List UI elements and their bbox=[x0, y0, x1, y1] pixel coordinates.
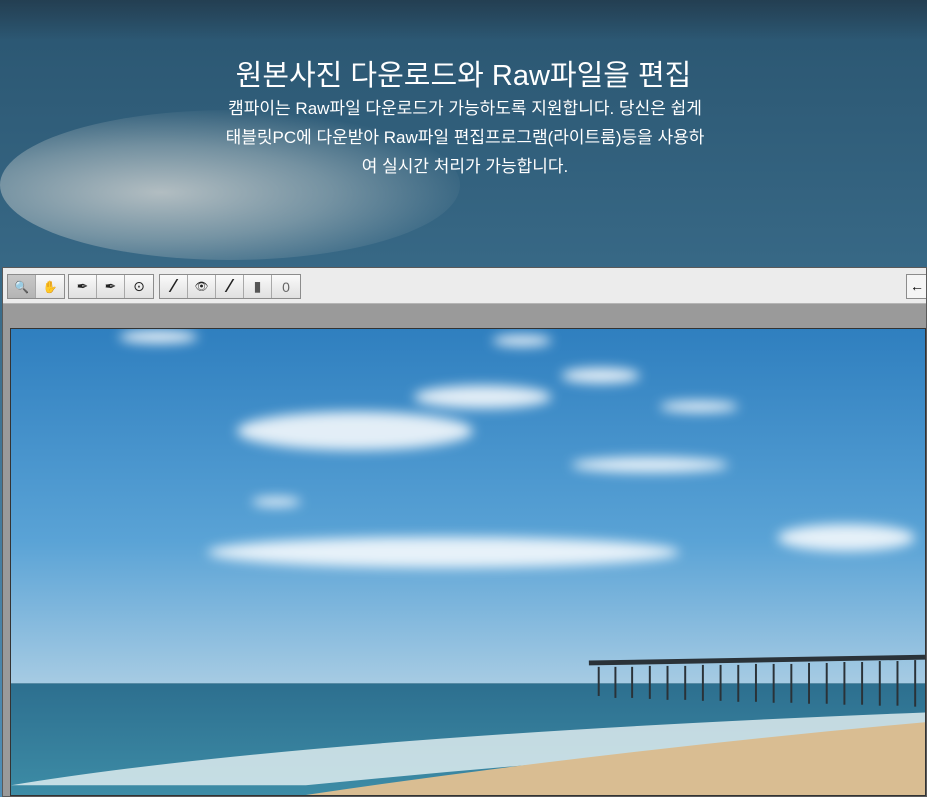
arrow-left-icon: ← bbox=[910, 278, 924, 294]
magnifier-icon: 🔍 bbox=[14, 279, 29, 294]
spot-removal-icon: ⁄ bbox=[171, 276, 175, 296]
editor-toolbar: 🔍 ✋ ✒ ✒ ⊙ ⁄ 👁 ⁄ ▮ 0 ← bbox=[3, 268, 926, 304]
sky bbox=[11, 329, 925, 684]
graduated-filter-icon: ▮ bbox=[253, 278, 262, 294]
navigation-tool-group: 🔍 ✋ bbox=[7, 274, 65, 299]
adjustment-brush-tool-button[interactable]: ⁄ bbox=[216, 275, 244, 298]
color-sampler-icon: ✒ bbox=[104, 278, 117, 294]
retouch-tool-group: ⁄ 👁 ⁄ ▮ 0 bbox=[159, 274, 301, 299]
brush-icon: ⁄ bbox=[227, 276, 231, 296]
radial-filter-tool-button[interactable]: 0 bbox=[272, 275, 300, 298]
red-eye-tool-button[interactable]: 👁 bbox=[188, 275, 216, 298]
color-sampler-tool-button[interactable]: ✒ bbox=[97, 275, 125, 298]
hand-icon: ✋ bbox=[42, 279, 58, 294]
eyedropper-icon: ✒ bbox=[76, 278, 89, 294]
page-title: 원본사진 다운로드와 Raw파일을 편집 bbox=[235, 60, 692, 92]
beach-photo bbox=[11, 329, 925, 795]
eyedropper-tool-button[interactable]: ✒ bbox=[69, 275, 97, 298]
radial-filter-icon: 0 bbox=[282, 278, 290, 295]
graduated-filter-tool-button[interactable]: ▮ bbox=[244, 275, 272, 298]
back-button[interactable]: ← bbox=[906, 274, 926, 299]
page-description: 캠파이는 Raw파일 다운로드가 가능하도록 지원합니다. 당신은 쉽게 태블릿… bbox=[225, 99, 705, 176]
target-adjustment-tool-button[interactable]: ⊙ bbox=[125, 275, 153, 298]
photo-preview bbox=[10, 328, 926, 796]
background-shade bbox=[0, 0, 927, 40]
raw-editor-window: 🔍 ✋ ✒ ✒ ⊙ ⁄ 👁 ⁄ ▮ 0 ← bbox=[2, 267, 927, 797]
hand-tool-button[interactable]: ✋ bbox=[36, 275, 64, 298]
sampler-tool-group: ✒ ✒ ⊙ bbox=[68, 274, 154, 299]
target-icon: ⊙ bbox=[133, 278, 145, 294]
spot-removal-tool-button[interactable]: ⁄ bbox=[160, 275, 188, 298]
eye-icon: 👁 bbox=[194, 281, 209, 293]
zoom-tool-button[interactable]: 🔍 bbox=[8, 275, 36, 298]
